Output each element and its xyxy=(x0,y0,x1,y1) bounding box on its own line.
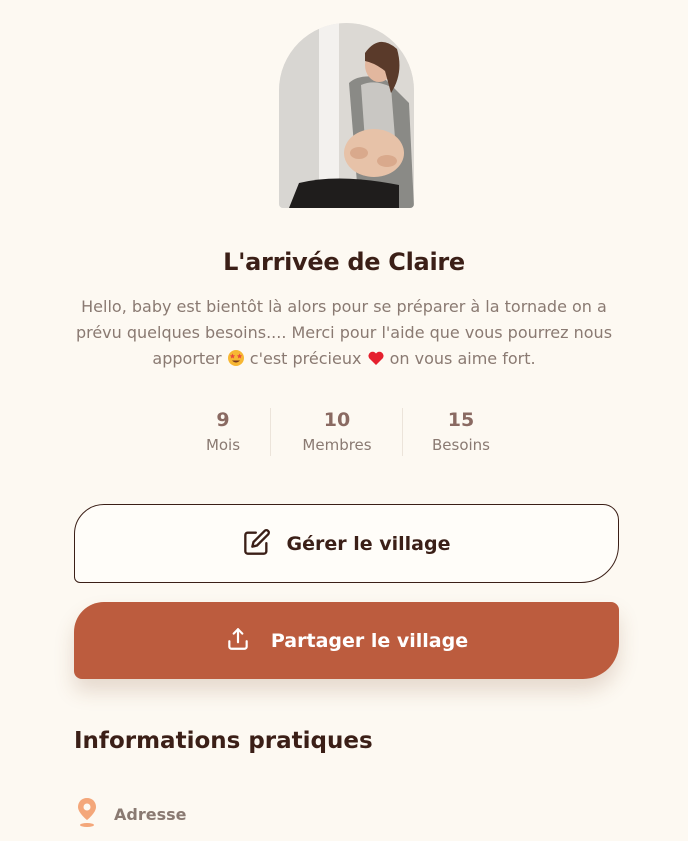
description-text-3: on vous aime fort. xyxy=(384,349,536,368)
address-row[interactable]: Adresse xyxy=(76,796,186,832)
stats-divider xyxy=(270,408,271,456)
stat-months-label: Mois xyxy=(205,436,241,454)
stats-divider xyxy=(402,408,403,456)
practical-info-title: Informations pratiques xyxy=(74,728,373,754)
manage-village-label: Gérer le village xyxy=(286,532,451,555)
village-title: L'arrivée de Claire xyxy=(223,248,465,276)
stat-members-value: 10 xyxy=(323,409,351,431)
stat-needs: 15 Besoins xyxy=(420,406,502,456)
village-photo xyxy=(279,23,414,208)
share-village-label: Partager le village xyxy=(270,629,469,652)
description-text-2: c'est précieux xyxy=(244,349,367,368)
stat-members-label: Membres xyxy=(302,436,372,454)
village-stats: 9 Mois 10 Membres 15 Besoins xyxy=(0,406,688,458)
red-heart-emoji-icon xyxy=(367,349,385,367)
stat-members: 10 Membres xyxy=(287,406,387,456)
address-label: Adresse xyxy=(114,804,187,824)
edit-icon xyxy=(243,528,271,560)
location-pin-icon xyxy=(76,796,98,832)
village-description: Hello, baby est bientôt là alors pour se… xyxy=(70,294,618,372)
stat-months-value: 9 xyxy=(216,409,230,431)
stat-needs-value: 15 xyxy=(447,409,475,431)
share-upload-icon xyxy=(225,626,251,656)
manage-village-button[interactable]: Gérer le village xyxy=(74,504,619,583)
stat-months: 9 Mois xyxy=(193,406,253,456)
star-eyes-emoji-icon xyxy=(227,349,245,367)
pregnant-woman-photo xyxy=(279,23,414,208)
stat-needs-label: Besoins xyxy=(431,436,490,454)
share-village-button[interactable]: Partager le village xyxy=(74,602,619,679)
